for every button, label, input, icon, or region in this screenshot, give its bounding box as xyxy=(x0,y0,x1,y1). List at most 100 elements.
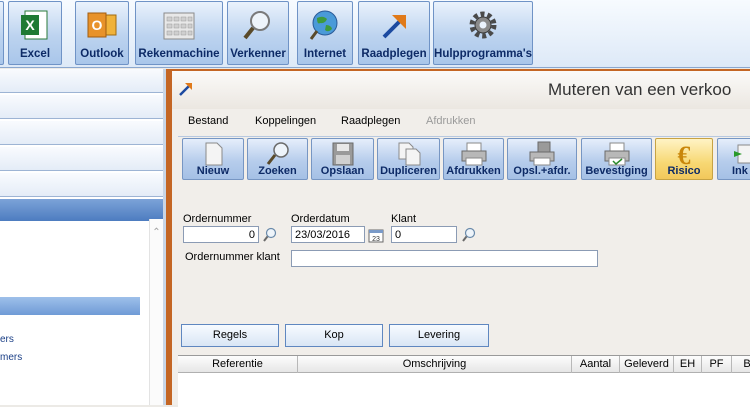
launcher-label: Verkenner xyxy=(230,48,286,60)
tab-label: Levering xyxy=(417,329,461,341)
window-titlebar: Muteren van een verkoo xyxy=(172,71,750,109)
klant-input[interactable] xyxy=(391,226,457,243)
launcher-label: Outlook xyxy=(80,48,124,60)
toolbar-duplicate-button[interactable]: Dupliceren xyxy=(377,138,440,180)
save-icon xyxy=(332,142,353,166)
toolbar-label: Nieuw xyxy=(196,165,230,177)
excel-icon: X xyxy=(21,10,48,40)
toolbar-save-button[interactable]: Opslaan xyxy=(311,138,374,180)
toolbar-purchase-button[interactable]: Ink xyxy=(717,138,750,180)
orderdatum-input[interactable] xyxy=(291,226,365,243)
column-header-b[interactable]: B xyxy=(732,356,750,373)
ordernummer-input[interactable] xyxy=(183,226,259,243)
launcher-label: Excel xyxy=(19,48,51,60)
ordernummer-klant-label: Ordernummer klant xyxy=(185,251,280,263)
scroll-up-icon[interactable]: ⌃ xyxy=(150,227,163,238)
left-navigation-pane: ⌃ ers mers xyxy=(0,69,165,405)
toolbar-label: Opslaan xyxy=(320,165,365,177)
klant-label: Klant xyxy=(391,213,417,225)
menu-koppelingen[interactable]: Koppelingen xyxy=(255,115,316,127)
toolbar-label: Opsl.+afdr. xyxy=(513,165,571,177)
tab-regels[interactable]: Regels xyxy=(181,324,279,347)
launcher-button-partial[interactable] xyxy=(0,1,4,65)
nav-list-item[interactable]: mers xyxy=(0,352,150,363)
launcher-excel-button[interactable]: X Excel xyxy=(8,1,62,65)
launcher-calculator-button[interactable]: Rekenmachine xyxy=(135,1,223,65)
toolbar-new-button[interactable]: Nieuw xyxy=(182,138,244,180)
tab-kop[interactable]: Kop xyxy=(285,324,383,347)
tab-levering[interactable]: Levering xyxy=(389,324,489,347)
calculator-icon xyxy=(163,12,195,40)
nav-section-header[interactable] xyxy=(0,69,165,93)
toolbar-label: Ink xyxy=(732,165,748,177)
launcher-bar: X Excel O Outlook Rekenmachine Verkenner xyxy=(0,0,750,68)
svg-text:23: 23 xyxy=(372,236,380,243)
nav-scrollbar[interactable]: ⌃ xyxy=(149,219,163,405)
nav-selected-item[interactable] xyxy=(0,297,140,315)
klant-search-icon[interactable] xyxy=(461,226,477,243)
svg-text:O: O xyxy=(92,17,103,33)
toolbar-risk-button[interactable]: € Risico xyxy=(655,138,713,180)
magnifier-icon xyxy=(243,11,270,40)
new-document-icon xyxy=(205,142,223,166)
nav-section-header[interactable] xyxy=(0,147,165,171)
column-header-referentie[interactable]: Referentie xyxy=(178,356,298,373)
svg-text:X: X xyxy=(25,17,35,33)
toolbar-confirmation-button[interactable]: Bevestiging xyxy=(581,138,652,180)
search-icon xyxy=(266,142,289,165)
duplicate-icon xyxy=(398,142,420,166)
ordernummer-klant-input[interactable] xyxy=(291,250,598,267)
globe-icon xyxy=(309,10,338,40)
purchase-icon xyxy=(734,144,750,164)
toolbar-label: Afdrukken xyxy=(446,165,501,177)
nav-section-header[interactable] xyxy=(0,121,165,145)
ordernummer-search-icon[interactable] xyxy=(262,226,278,243)
nav-section-header[interactable] xyxy=(0,95,165,119)
outlook-icon: O xyxy=(87,12,117,38)
app-arrow-icon xyxy=(179,83,192,96)
gear-icon xyxy=(469,11,497,39)
tab-label: Regels xyxy=(212,329,248,341)
launcher-raadplegen-button[interactable]: Raadplegen xyxy=(358,1,430,65)
order-window: Muteren van een verkoo Bestand Koppeling… xyxy=(166,69,750,407)
launcher-explorer-button[interactable]: Verkenner xyxy=(227,1,289,65)
nav-section-header-active[interactable] xyxy=(0,199,165,221)
order-lines-grid[interactable]: Referentie Omschrijving Aantal Geleverd … xyxy=(178,355,750,407)
launcher-label: Raadplegen xyxy=(361,48,427,60)
nav-section-header[interactable] xyxy=(0,173,165,197)
launcher-outlook-button[interactable]: O Outlook xyxy=(75,1,129,65)
ordernummer-label: Ordernummer xyxy=(183,213,252,225)
toolbar-label: Risico xyxy=(667,165,701,177)
toolbar-save-print-button[interactable]: Opsl.+afdr. xyxy=(507,138,577,180)
toolbar-label: Bevestiging xyxy=(585,165,648,177)
calendar-icon[interactable]: 23 xyxy=(368,227,384,243)
printer-icon xyxy=(461,142,486,166)
column-header-omschrijving[interactable]: Omschrijving xyxy=(298,356,572,373)
column-header-pf[interactable]: PF xyxy=(702,356,732,373)
toolbar-label: Zoeken xyxy=(258,165,297,177)
menu-bar: Bestand Koppelingen Raadplegen Afdrukken xyxy=(172,109,750,135)
svg-text:€: € xyxy=(678,141,691,167)
orderdatum-label: Orderdatum xyxy=(291,213,350,225)
column-header-aantal[interactable]: Aantal xyxy=(572,356,620,373)
grid-header-row: Referentie Omschrijving Aantal Geleverd … xyxy=(178,356,750,373)
column-header-eh[interactable]: EH xyxy=(674,356,702,373)
launcher-label: Internet xyxy=(303,48,347,60)
launcher-label: Rekenmachine xyxy=(138,48,220,60)
window-title: Muteren van een verkoo xyxy=(548,80,732,99)
launcher-internet-button[interactable]: Internet xyxy=(297,1,353,65)
toolbar: Nieuw Zoeken Opslaan Dupliceren Afdrukke… xyxy=(178,136,750,180)
menu-raadplegen[interactable]: Raadplegen xyxy=(341,115,400,127)
launcher-tools-button[interactable]: Hulpprogramma's xyxy=(433,1,533,65)
arrow-icon xyxy=(382,15,406,39)
window-body: Muteren van een verkoo Bestand Koppeling… xyxy=(172,71,750,407)
column-header-geleverd[interactable]: Geleverd xyxy=(620,356,674,373)
nav-list-item[interactable]: ers xyxy=(0,334,150,345)
confirm-print-icon xyxy=(604,142,629,166)
menu-afdrukken[interactable]: Afdrukken xyxy=(426,115,476,127)
menu-bestand[interactable]: Bestand xyxy=(188,115,228,127)
launcher-label: Hulpprogramma's xyxy=(434,48,532,60)
toolbar-print-button[interactable]: Afdrukken xyxy=(443,138,504,180)
toolbar-label: Dupliceren xyxy=(380,165,437,177)
toolbar-search-button[interactable]: Zoeken xyxy=(247,138,308,180)
